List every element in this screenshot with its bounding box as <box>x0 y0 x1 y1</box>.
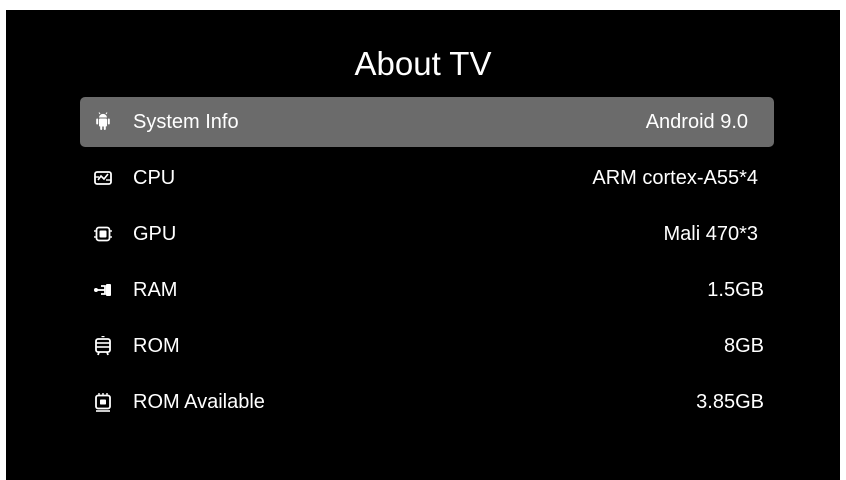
list-item-rom-available[interactable]: ROM Available 3.85GB <box>80 377 774 427</box>
list-item-rom[interactable]: ROM 8GB <box>80 321 774 371</box>
rom-value: 8GB <box>723 335 764 357</box>
ram-label: RAM <box>133 279 178 301</box>
system-info-value: Android 9.0 <box>645 111 748 133</box>
cpu-value: ARM cortex-A55*4 <box>592 167 758 189</box>
list-item-system-info[interactable]: System Info Android 9.0 <box>80 97 774 147</box>
android-icon <box>93 112 113 132</box>
cpu-icon <box>93 168 113 188</box>
rom-available-label: ROM Available <box>133 391 265 413</box>
page-title: About TV <box>354 45 492 82</box>
ram-icon <box>93 280 113 300</box>
rom-available-value: 3.85GB <box>696 391 764 413</box>
tv-screen: About TV System Info Android 9.0 CPU ARM… <box>6 10 840 480</box>
list-item-ram[interactable]: RAM 1.5GB <box>80 265 774 315</box>
ram-value: 1.5GB <box>707 279 764 301</box>
list-item-cpu[interactable]: CPU ARM cortex-A55*4 <box>80 153 774 203</box>
gpu-chip-icon <box>93 224 113 244</box>
rom-icon <box>93 336 113 356</box>
gpu-value: Mali 470*3 <box>663 223 758 245</box>
system-info-label: System Info <box>133 111 239 133</box>
rom-label: ROM <box>133 335 180 357</box>
cpu-label: CPU <box>133 167 176 189</box>
info-list: System Info Android 9.0 CPU ARM cortex-A… <box>80 97 774 433</box>
list-item-gpu[interactable]: GPU Mali 470*3 <box>80 209 774 259</box>
rom-available-icon <box>93 392 113 412</box>
gpu-label: GPU <box>133 223 177 245</box>
